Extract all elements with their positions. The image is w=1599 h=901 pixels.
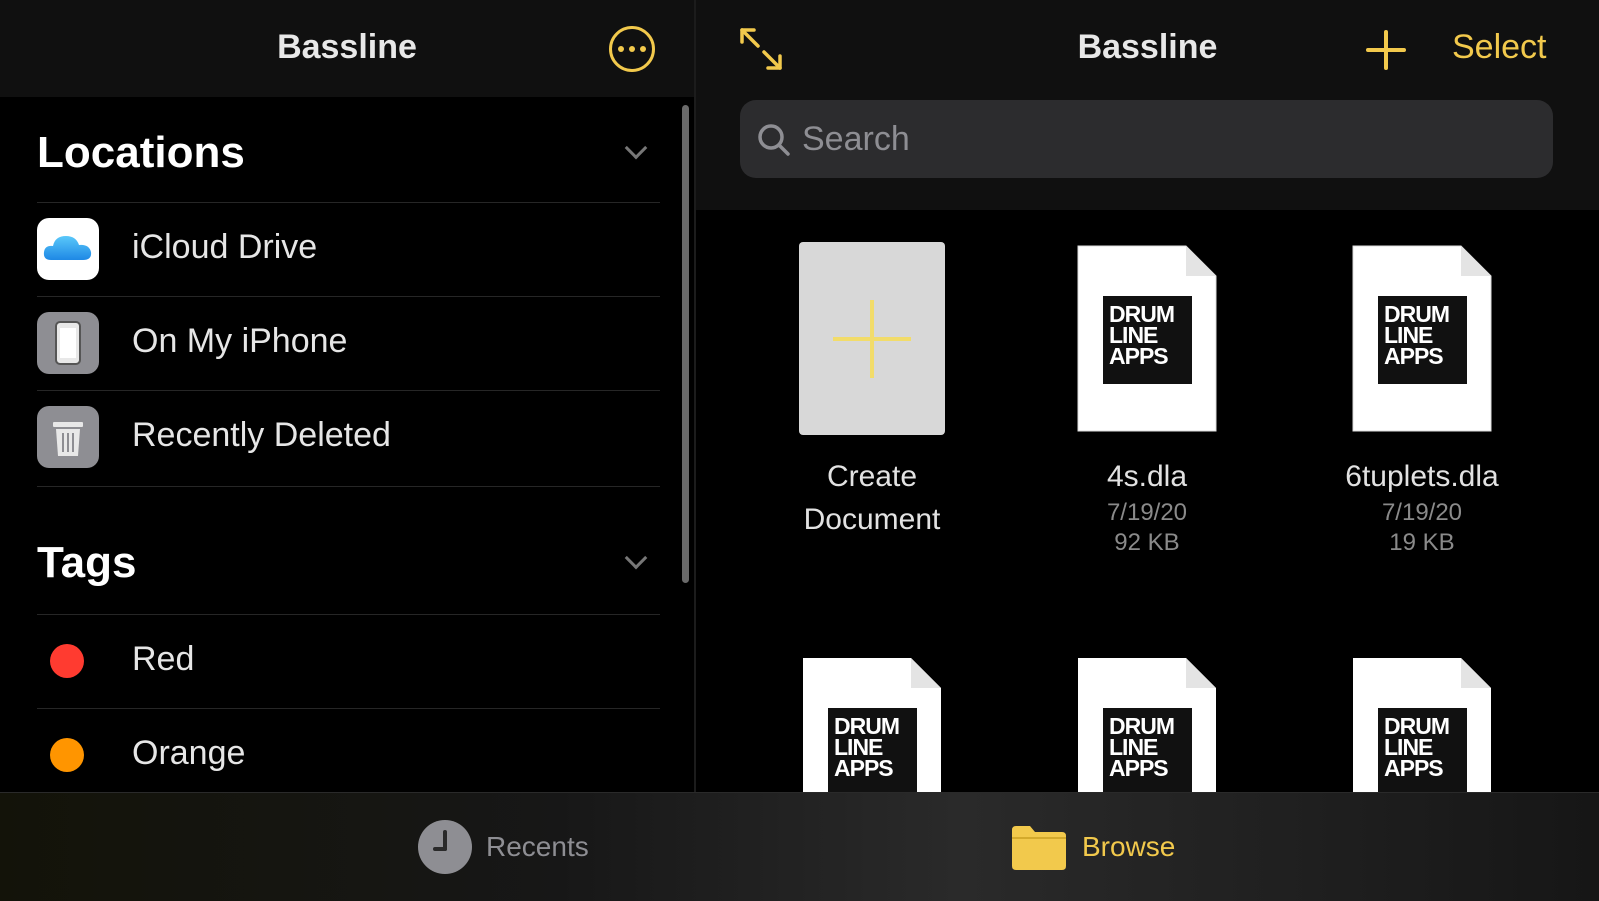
add-button[interactable]	[1364, 28, 1408, 72]
plus-icon	[1366, 30, 1406, 70]
tab-label: Recents	[486, 831, 589, 862]
red-tag-dot-icon	[50, 644, 84, 678]
sidebar-item-label: On My iPhone	[132, 322, 348, 360]
sidebar-item-tag-red[interactable]: Red	[37, 614, 660, 708]
locations-section-title[interactable]: Locations	[37, 128, 245, 178]
more-icon-dot	[629, 46, 635, 52]
orange-tag-dot-icon	[50, 738, 84, 772]
search-input[interactable]	[802, 100, 1542, 178]
logo-line: APPS	[1109, 755, 1169, 781]
file-thumbnail: DRUM LINE APPS	[1349, 654, 1495, 792]
tab-recents[interactable]: Recents	[418, 817, 589, 877]
sidebar-item-label: iCloud Drive	[132, 228, 318, 266]
folder-icon	[1012, 826, 1066, 870]
iphone-icon	[37, 312, 99, 374]
create-label-line: Document	[803, 503, 941, 536]
sidebar-item-recently-deleted[interactable]: Recently Deleted	[37, 390, 660, 484]
create-document-tile[interactable]: Create Document	[762, 242, 982, 541]
create-document-label: Create Document	[762, 455, 982, 541]
file-item[interactable]: DRUM LINE APPS 6tuplets.dla 7/19/20 19 K…	[1312, 242, 1532, 558]
file-thumbnail: DRUM LINE APPS	[1074, 242, 1220, 435]
create-document-thumbnail	[799, 242, 945, 435]
icloud-icon	[37, 218, 99, 280]
file-item[interactable]: DRUM LINE APPS	[1312, 654, 1532, 792]
drumline-apps-logo: DRUM LINE APPS	[828, 708, 917, 792]
logo-line: APPS	[834, 755, 894, 781]
drumline-apps-logo: DRUM LINE APPS	[1378, 708, 1467, 792]
main-content: Bassline Select Create Document	[696, 0, 1599, 792]
sidebar-item-tag-orange[interactable]: Orange	[37, 708, 660, 792]
drumline-apps-logo: DRUM LINE APPS	[1103, 708, 1192, 792]
sidebar-item-label: Recently Deleted	[132, 416, 391, 454]
logo-line: APPS	[1109, 343, 1169, 369]
search-bar[interactable]	[740, 100, 1553, 178]
drumline-apps-logo: DRUM LINE APPS	[1103, 296, 1192, 384]
search-icon	[758, 124, 790, 156]
tab-browse[interactable]: Browse	[1010, 817, 1175, 877]
clock-icon	[418, 820, 472, 874]
logo-line: APPS	[1384, 343, 1444, 369]
separator	[37, 486, 660, 487]
tab-label: Browse	[1082, 831, 1176, 862]
sidebar-item-on-my-iphone[interactable]: On My iPhone	[37, 296, 660, 390]
tags-chevron-icon[interactable]	[624, 546, 648, 570]
file-name: 4s.dla	[1106, 460, 1188, 493]
sidebar-item-label: Orange	[132, 734, 246, 772]
create-label-line: Create	[826, 460, 918, 493]
locations-chevron-icon[interactable]	[624, 136, 648, 160]
sidebar-scrollbar[interactable]	[682, 105, 689, 583]
file-item[interactable]: DRUM LINE APPS	[762, 654, 982, 792]
more-icon-dot	[640, 46, 646, 52]
sidebar-header: Bassline	[0, 0, 694, 97]
tab-bar: Recents Browse	[0, 792, 1599, 901]
plus-icon	[833, 300, 911, 378]
file-item[interactable]: DRUM LINE APPS	[1037, 654, 1257, 792]
drumline-apps-logo: DRUM LINE APPS	[1378, 296, 1467, 384]
sidebar-title: Bassline	[277, 28, 417, 66]
file-date: 7/19/20	[1381, 499, 1463, 526]
file-thumbnail: DRUM LINE APPS	[1349, 242, 1495, 435]
more-options-button[interactable]	[609, 26, 655, 72]
trash-icon	[37, 406, 99, 468]
file-item[interactable]: DRUM LINE APPS 4s.dla 7/19/20 92 KB	[1037, 242, 1257, 558]
file-date: 7/19/20	[1106, 499, 1188, 526]
file-thumbnail: DRUM LINE APPS	[1074, 654, 1220, 792]
more-icon	[618, 46, 624, 52]
tags-section-title[interactable]: Tags	[37, 538, 136, 588]
sidebar: Bassline Locations iCloud Drive On My iP…	[0, 0, 694, 792]
file-size: 19 KB	[1389, 529, 1455, 556]
file-name: 6tuplets.dla	[1345, 460, 1499, 493]
sidebar-item-icloud-drive[interactable]: iCloud Drive	[37, 202, 660, 296]
file-size: 92 KB	[1114, 529, 1180, 556]
main-header: Bassline Select	[696, 0, 1599, 210]
logo-line: APPS	[1384, 755, 1444, 781]
select-button[interactable]: Select	[1452, 28, 1547, 67]
sidebar-item-label: Red	[132, 640, 195, 678]
file-thumbnail: DRUM LINE APPS	[799, 654, 945, 792]
